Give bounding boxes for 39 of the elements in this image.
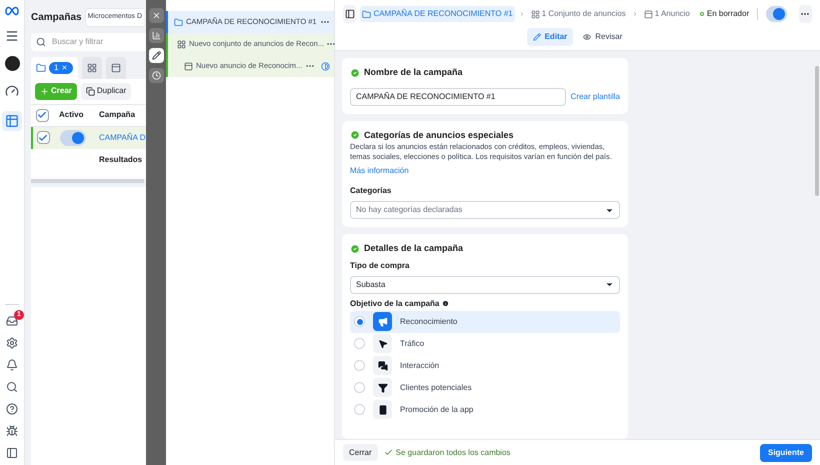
table-cell-text: Resultados xyxy=(98,154,142,166)
field-label: Categorías xyxy=(350,185,392,197)
card-title: Categorías de anuncios especiales xyxy=(364,128,514,142)
panel-title: Campañas xyxy=(31,10,82,25)
level-tab[interactable]: 1 xyxy=(31,56,78,78)
save-status: Se guardaron todos los cambios xyxy=(384,446,510,458)
breadcrumb-link[interactable]: CAMPAÑA DE RECONOCIMIENTO #1 xyxy=(360,6,515,22)
objective-option[interactable]: Clientes potenciales xyxy=(350,376,620,398)
close-button[interactable]: Cerrar xyxy=(343,444,378,461)
objective-label: Tráfico xyxy=(400,338,424,350)
status-label: En borrador xyxy=(700,8,750,20)
objective-label: Reconocimiento xyxy=(400,316,458,328)
field-label: Objetivo de la campaña xyxy=(350,298,440,310)
more-info-link[interactable]: Más información xyxy=(350,165,409,177)
card-title: Nombre de la campaña xyxy=(364,66,463,79)
objective-option[interactable]: Reconocimiento xyxy=(350,310,620,332)
objective-label: Clientes potenciales xyxy=(400,382,472,394)
objective-option[interactable]: Interacción xyxy=(350,354,620,376)
duplicate-button[interactable]: Duplicar xyxy=(80,82,132,100)
campaign-name-field[interactable]: CAMPAÑA DE RECONOCIMIENTO #1 xyxy=(350,88,566,106)
buy-type-dropdown[interactable]: Subasta xyxy=(350,276,620,294)
objective-option[interactable]: Tráfico xyxy=(350,332,620,354)
column-header: Activo xyxy=(58,109,84,121)
view-tab[interactable]: Revisar xyxy=(577,28,628,46)
search-input[interactable]: Buscar y filtrar xyxy=(52,36,132,48)
categories-dropdown[interactable]: No hay categorías declaradas xyxy=(350,201,620,219)
column-header: Campaña xyxy=(98,109,136,121)
create-template-link[interactable]: Crear plantilla xyxy=(570,90,620,102)
breadcrumb-link[interactable]: 1 Anuncio xyxy=(642,6,692,22)
filter-chip[interactable]: 1 xyxy=(49,62,74,74)
objective-label: Interacción xyxy=(400,360,440,372)
objective-label: Promoción de la app xyxy=(400,404,474,416)
card-title: Detalles de la campaña xyxy=(364,242,464,255)
view-tab[interactable]: Editar xyxy=(526,28,574,46)
objective-option[interactable]: Promoción de la app xyxy=(350,398,620,420)
search-field[interactable]: Buscar y filtrar xyxy=(31,32,146,50)
next-button[interactable]: Siguiente xyxy=(760,444,812,462)
breadcrumb-link[interactable]: 1 Conjunto de anuncios xyxy=(528,6,628,22)
field-label: Tipo de compra xyxy=(350,260,410,272)
